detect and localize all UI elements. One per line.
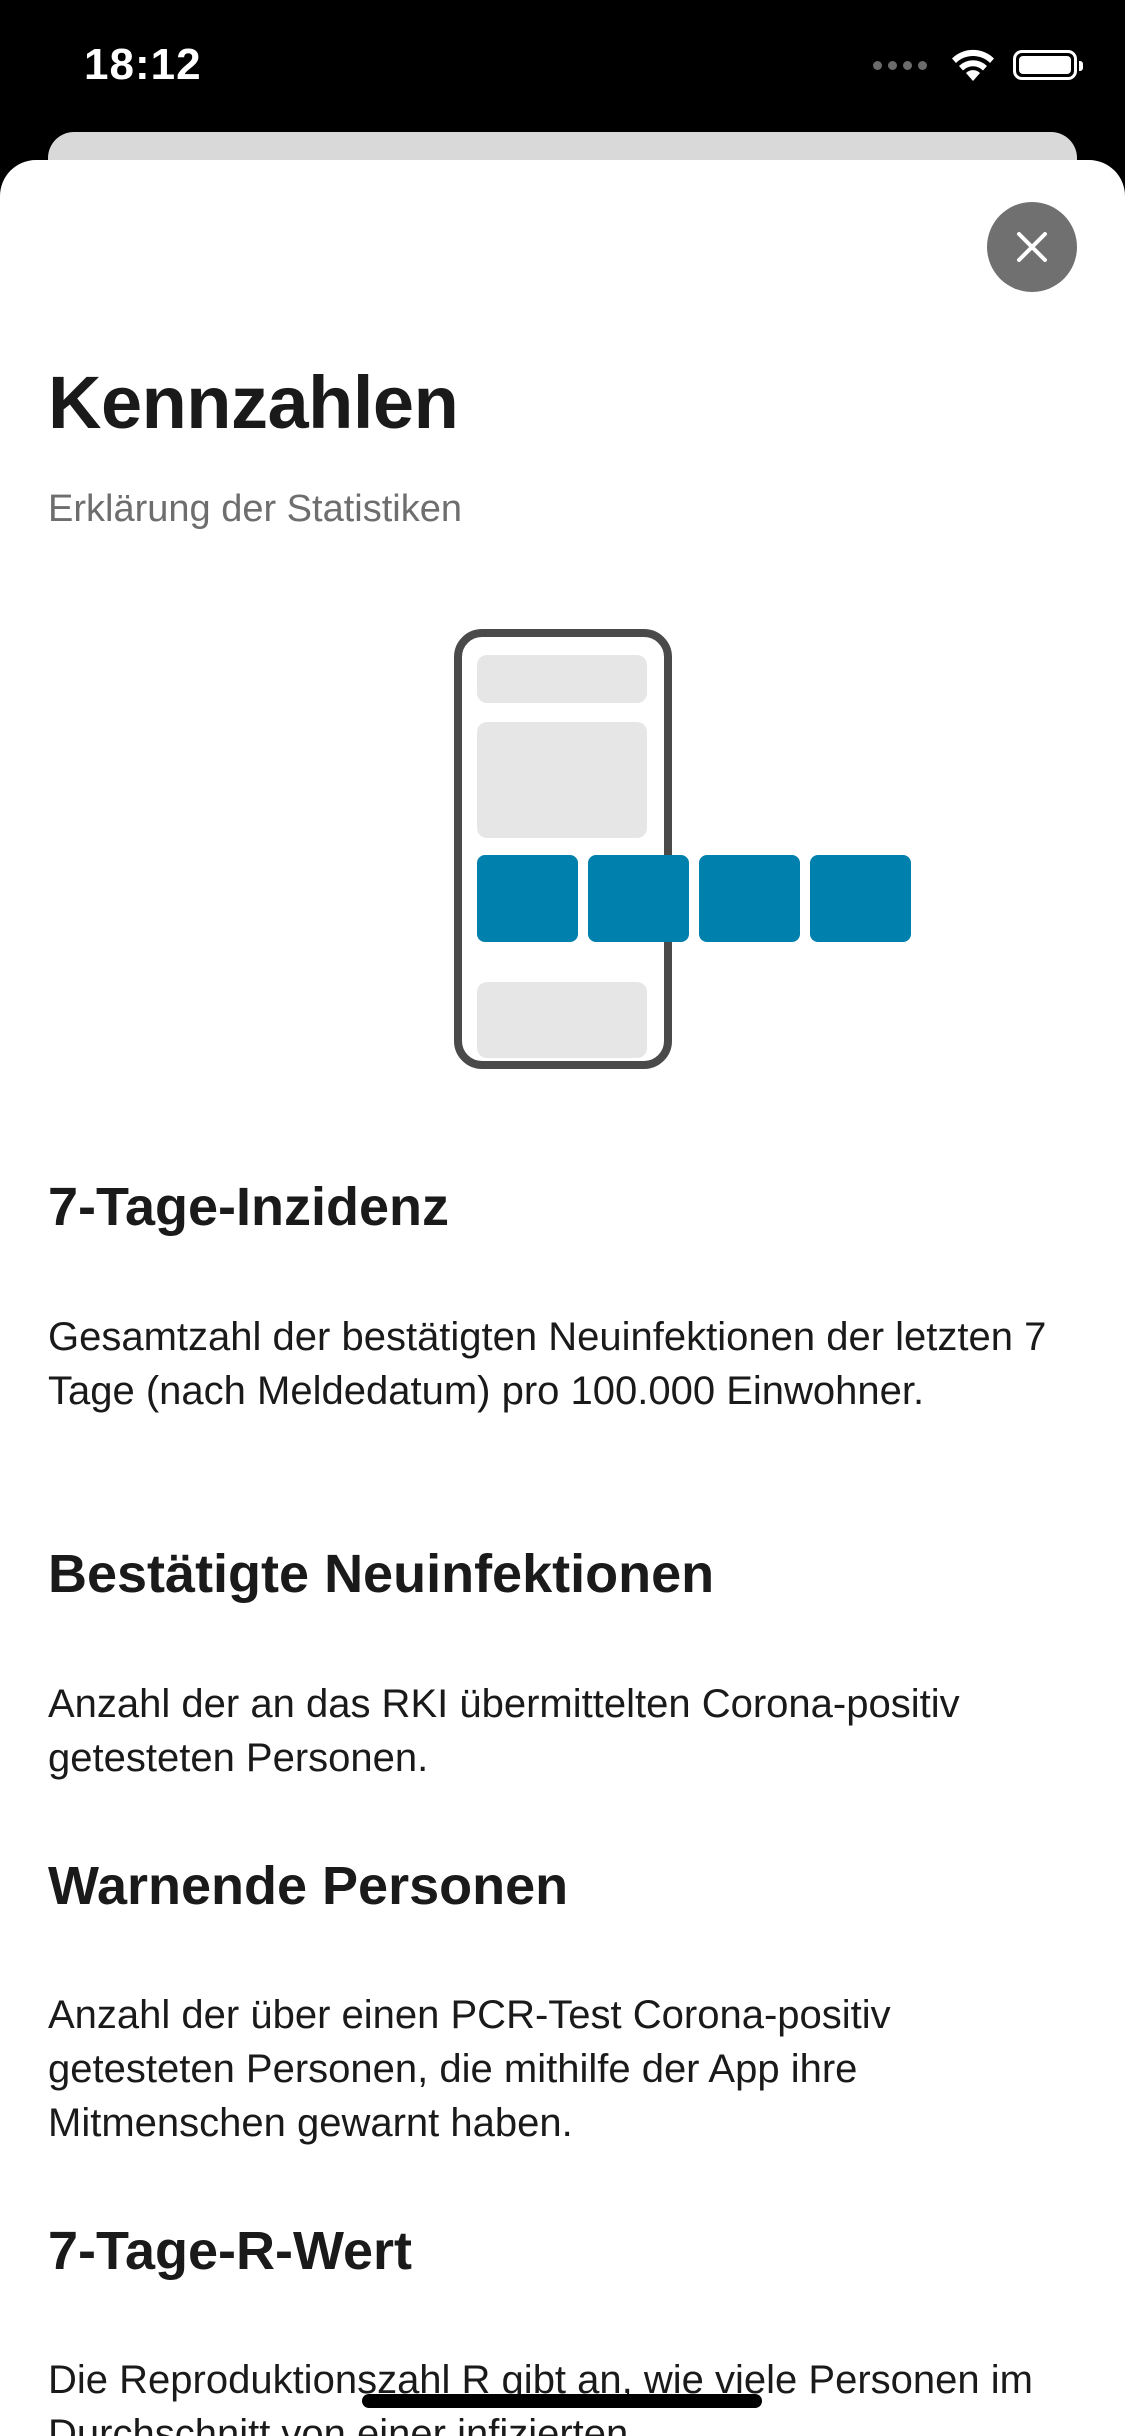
- section-text-7-tage-inzidenz: Gesamtzahl der bestätigten Neuinfektione…: [48, 1315, 1047, 1413]
- page-subtitle: Erklärung der Statistiken: [48, 488, 462, 530]
- status-icons: [873, 48, 1083, 82]
- page-title: Kennzahlen: [48, 361, 459, 444]
- section-text-warnende-personen: Anzahl der über einen PCR-Test Corona-po…: [48, 1993, 891, 2145]
- section-heading-7-tage-inzidenz: 7-Tage-Inzidenz: [48, 1177, 450, 1237]
- section-heading-warnende-personen: Warnende Personen: [48, 1856, 569, 1916]
- section-text-bestaetigte-neuinfektionen: Anzahl der an das RKI übermittelten Coro…: [48, 1682, 960, 1780]
- close-button[interactable]: [987, 202, 1077, 292]
- cellular-signal-icon: [873, 60, 927, 70]
- close-icon: [1017, 232, 1047, 262]
- section-heading-7-tage-r-wert: 7-Tage-R-Wert: [48, 2221, 413, 2281]
- battery-icon: [1013, 50, 1083, 80]
- status-bar: 18:12: [0, 0, 1125, 150]
- section-heading-bestaetigte-neuinfektionen: Bestätigte Neuinfektionen: [48, 1544, 715, 1604]
- phone-with-horizontal-cards-illustration: [454, 629, 911, 1069]
- wifi-icon: [952, 49, 994, 81]
- home-indicator[interactable]: [362, 2394, 762, 2408]
- status-time: 18:12: [84, 40, 202, 89]
- info-sheet: Kennzahlen Erklärung der Statistiken 7-T…: [0, 160, 1125, 2436]
